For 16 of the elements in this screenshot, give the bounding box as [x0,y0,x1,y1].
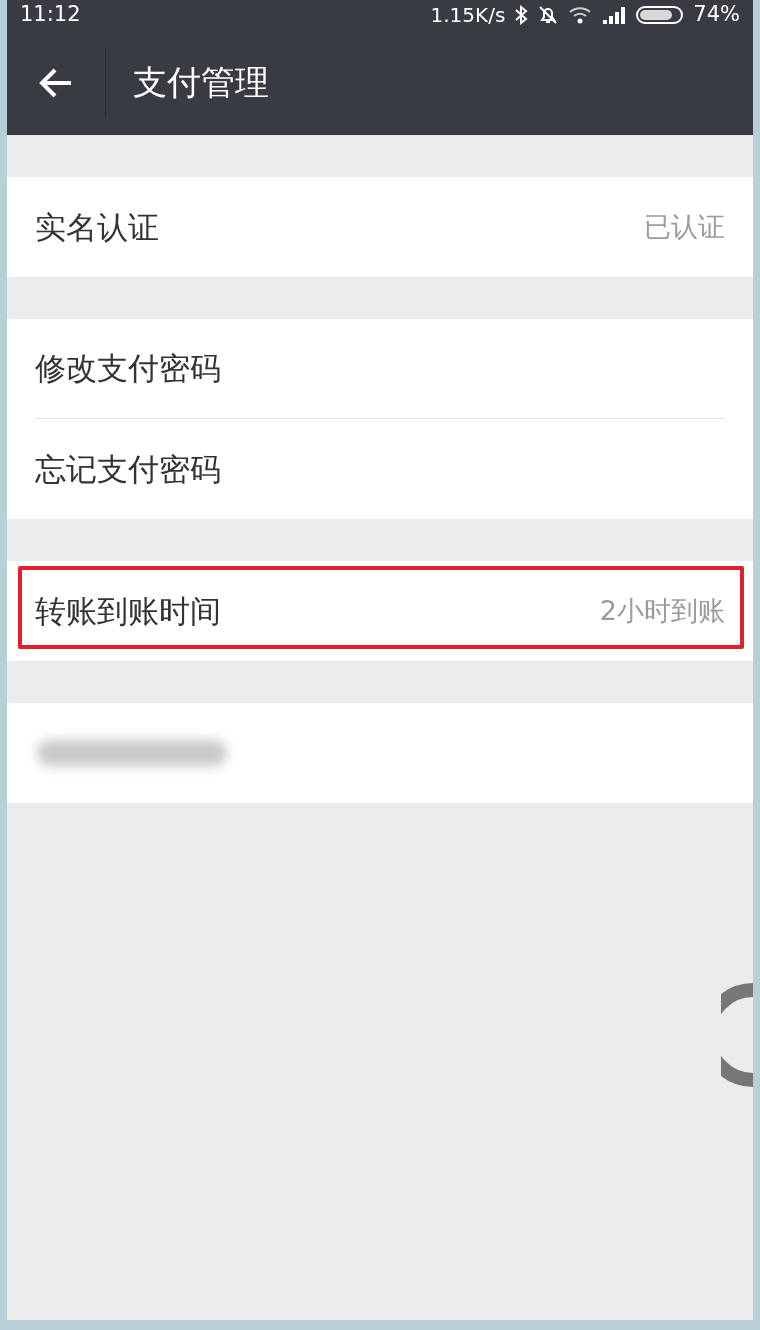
battery-icon [636,5,685,25]
signal-icon [603,6,628,24]
row-label: 实名认证 [35,207,159,247]
row-label: 转账到账时间 [35,591,221,631]
settings-row[interactable]: 忘记支付密码 [35,419,725,519]
row-value: 已认证 [644,209,725,244]
row-label: 修改支付密码 [35,349,221,389]
back-arrow-icon [38,66,74,99]
settings-row[interactable]: 修改支付密码 [35,319,725,419]
battery-percent: 74% [693,1,740,29]
page-title: 支付管理 [133,61,269,104]
network-speed: 1.15K/s [430,2,506,29]
bluetooth-icon [514,5,529,25]
row-label: 忘记支付密码 [35,449,221,489]
status-time: 11:12 [20,1,81,29]
row-value: 2小时到账 [599,593,725,628]
